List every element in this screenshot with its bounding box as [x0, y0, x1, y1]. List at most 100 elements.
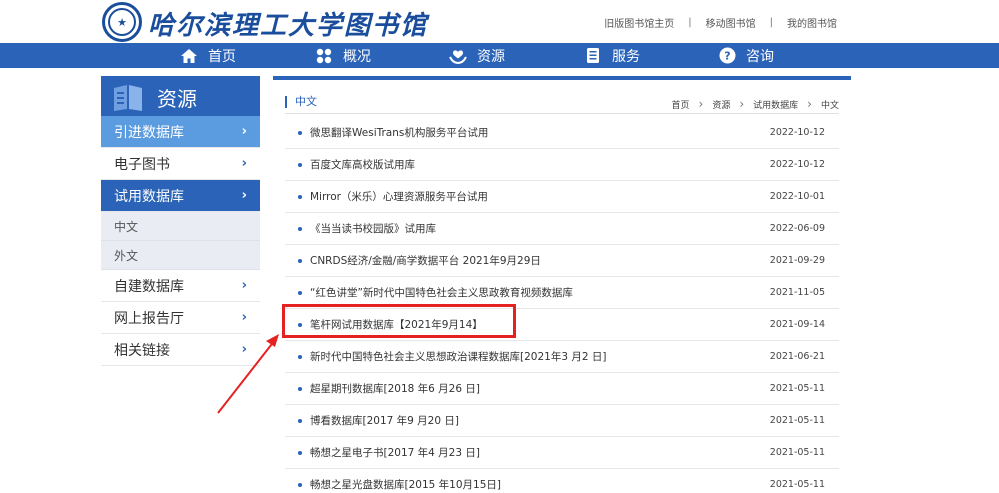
breadcrumb-current: 中文 [820, 100, 839, 111]
breadcrumb-resources[interactable]: 资源 [712, 98, 730, 111]
list-item-title[interactable]: 微思翻译WesiTrans机构服务平台试用 [310, 125, 770, 140]
nav-services[interactable]: 服务 [584, 43, 640, 68]
nav-resources-label: 资源 [477, 48, 505, 65]
list-item-date: 2022-10-01 [769, 191, 825, 202]
sidebar-item-imported-db[interactable]: 引进数据库 › [101, 116, 260, 148]
chevron-right-icon: › [241, 156, 247, 171]
list-item-date: 2021-05-11 [769, 479, 825, 490]
bullet-icon [298, 386, 302, 391]
list-item[interactable]: Mirror（米乐）心理资源服务平台试用 2022-10-01 [285, 181, 839, 213]
list-item-title[interactable]: 《当当读书校园版》试用库 [310, 221, 770, 236]
sidebar-item-label: 电子图书 [114, 156, 170, 173]
nav-home[interactable]: 首页 [180, 43, 236, 68]
nav-overview[interactable]: 概况 [315, 43, 371, 68]
bullet-icon [298, 418, 302, 423]
content-header: 中文 首页 › 资源 › 试用数据库 › 中文 [285, 94, 839, 114]
content-panel: 中文 首页 › 资源 › 试用数据库 › 中文 微思翻译WesiTrans机构服… [273, 76, 851, 493]
chevron-right-icon: › [807, 97, 812, 111]
link-separator: | [688, 17, 692, 28]
my-library-link[interactable]: 我的图书馆 [787, 15, 837, 30]
bullet-icon [298, 130, 302, 135]
question-icon: ? [718, 47, 736, 65]
site-header: ★ 哈尔滨理工大学图书馆 旧版图书馆主页 | 移动图书馆 | 我的图书馆 [0, 0, 999, 43]
list-item[interactable]: 《当当读书校园版》试用库 2022-06-09 [285, 213, 839, 245]
list-item-title[interactable]: 博看数据库[2017 年9 月20 日] [310, 413, 770, 428]
bullet-icon [298, 354, 302, 359]
list-item-title[interactable]: 畅想之星电子书[2017 年4 月23 日] [310, 445, 770, 460]
sidebar-item-label: 试用数据库 [114, 188, 184, 205]
list-item-date: 2021-06-21 [769, 351, 825, 362]
list-item[interactable]: 畅想之星电子书[2017 年4 月23 日] 2021-05-11 [285, 437, 839, 469]
list-item[interactable]: 博看数据库[2017 年9 月20 日] 2021-05-11 [285, 405, 839, 437]
link-separator: | [769, 17, 773, 28]
bullet-icon [298, 482, 302, 487]
sidebar-item-related-links[interactable]: 相关链接 › [101, 334, 260, 366]
top-links: 旧版图书馆主页 | 移动图书馆 | 我的图书馆 [604, 15, 837, 30]
list-item-date: 2021-09-14 [769, 319, 825, 330]
list-item-title[interactable]: “红色讲堂”新时代中国特色社会主义思政教育视频数据库 [310, 285, 770, 300]
list-item-date: 2022-06-09 [769, 223, 825, 234]
chevron-right-icon: › [739, 97, 745, 111]
grid-icon [315, 47, 333, 65]
mobile-library-link[interactable]: 移动图书馆 [706, 15, 756, 30]
list-item-date: 2021-11-05 [769, 287, 825, 298]
list-item[interactable]: 新时代中国特色社会主义思想政治课程数据库[2021年3 月2 日] 2021-06… [285, 341, 839, 373]
list-item-title[interactable]: 畅想之星光盘数据库[2015 年10月15日] [310, 477, 770, 492]
sidebar-item-trial-db[interactable]: 试用数据库 › [101, 180, 260, 212]
chevron-right-icon: › [241, 278, 247, 293]
nav-services-label: 服务 [612, 48, 640, 65]
bullet-icon [298, 162, 302, 167]
bullet-icon [298, 226, 302, 231]
list-item-date: 2021-05-11 [769, 383, 825, 394]
list-item[interactable]: 微思翻译WesiTrans机构服务平台试用 2022-10-12 [285, 117, 839, 149]
list-item-date: 2022-10-12 [769, 159, 825, 170]
bullet-icon [298, 290, 302, 295]
old-homepage-link[interactable]: 旧版图书馆主页 [604, 15, 674, 30]
document-icon [584, 47, 602, 65]
list-item-title[interactable]: 新时代中国特色社会主义思想政治课程数据库[2021年3 月2 日] [310, 349, 770, 364]
sidebar-item-self-built-db[interactable]: 自建数据库 › [101, 270, 260, 302]
book-icon [114, 85, 142, 111]
svg-text:?: ? [724, 50, 730, 63]
nav-consult[interactable]: ? 咨询 [718, 43, 774, 68]
sidebar-item-online-lectures[interactable]: 网上报告厅 › [101, 302, 260, 334]
university-seal-icon[interactable]: ★ [102, 2, 142, 42]
list-item-title[interactable]: 超星期刊数据库[2018 年6 月26 日] [310, 381, 770, 396]
breadcrumb-trial-db[interactable]: 试用数据库 [753, 98, 798, 111]
nav-overview-label: 概况 [343, 48, 371, 65]
sidebar-item-ebooks[interactable]: 电子图书 › [101, 148, 260, 180]
sidebar-title: 资源 [157, 87, 197, 111]
sidebar-subitem-chinese[interactable]: 中文 [101, 212, 260, 241]
home-icon [180, 47, 198, 65]
sidebar-subitem-foreign[interactable]: 外文 [101, 241, 260, 270]
highlight-box [282, 304, 516, 338]
list-item-title[interactable]: Mirror（米乐）心理资源服务平台试用 [310, 189, 770, 204]
bullet-icon [298, 450, 302, 455]
list-item[interactable]: CNRDS经济/金融/商学数据平台 2021年9月29日 2021-09-29 [285, 245, 839, 277]
list-item[interactable]: 畅想之星光盘数据库[2015 年10月15日] 2021-05-11 [285, 469, 839, 493]
list-item-date: 2022-10-12 [769, 127, 825, 138]
list-item-title[interactable]: 百度文库高校版试用库 [310, 157, 770, 172]
hands-heart-icon [449, 47, 467, 65]
chevron-right-icon: › [698, 97, 704, 111]
list-item-title[interactable]: CNRDS经济/金融/商学数据平台 2021年9月29日 [310, 253, 770, 268]
bullet-icon [298, 194, 302, 199]
list-item[interactable]: 超星期刊数据库[2018 年6 月26 日] 2021-05-11 [285, 373, 839, 405]
main-nav: 首页 概况 资源 服务 ? 咨询 [0, 43, 999, 68]
sidebar-item-label: 网上报告厅 [114, 310, 184, 327]
chevron-right-icon: › [241, 310, 247, 325]
breadcrumb-home[interactable]: 首页 [672, 98, 690, 111]
chevron-right-icon: › [241, 188, 247, 203]
list-item[interactable]: 百度文库高校版试用库 2022-10-12 [285, 149, 839, 181]
chevron-right-icon: › [241, 124, 247, 139]
chevron-right-icon: › [241, 342, 247, 357]
sidebar-item-label: 相关链接 [114, 342, 170, 359]
breadcrumb: 首页 › 资源 › 试用数据库 › 中文 [672, 97, 840, 111]
library-logo-text[interactable]: 哈尔滨理工大学图书馆 [148, 5, 428, 42]
category-title: 中文 [285, 96, 317, 108]
sidebar: 资源 引进数据库 › 电子图书 › 试用数据库 › 中文 外文 自建数据库 › … [101, 76, 260, 366]
bullet-icon [298, 258, 302, 263]
sidebar-item-label: 引进数据库 [114, 124, 184, 141]
nav-resources[interactable]: 资源 [449, 43, 505, 68]
list-item-date: 2021-05-11 [769, 415, 825, 426]
